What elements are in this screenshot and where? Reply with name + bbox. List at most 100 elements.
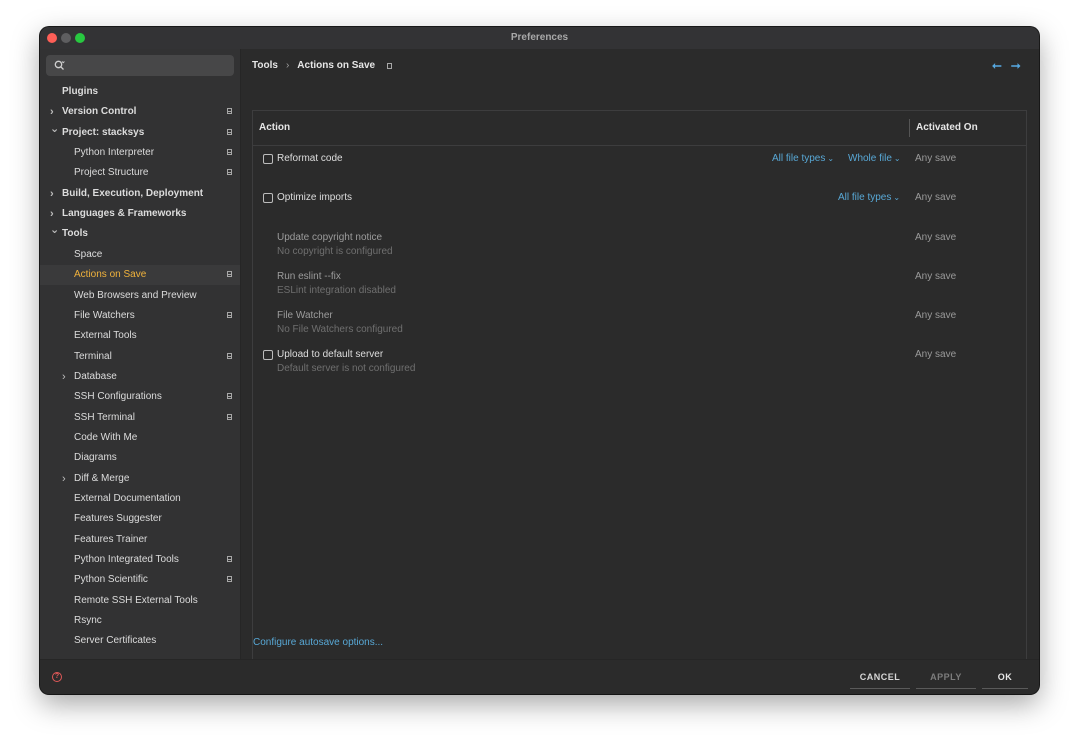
activated-on-value[interactable]: Any save <box>915 232 956 243</box>
project-level-icon <box>227 311 232 318</box>
reformat-code-checkbox[interactable] <box>263 154 273 164</box>
sidebar-item-label: Tools <box>62 228 88 240</box>
sidebar-item-tools[interactable]: ⌄ Tools <box>40 224 240 244</box>
sidebar-item-label: Build, Execution, Deployment <box>62 187 204 199</box>
chevron-down-icon: ⌄ <box>893 154 901 163</box>
title-bar: Preferences <box>40 27 1039 49</box>
sidebar-item-diagrams[interactable]: Diagrams <box>40 448 240 468</box>
forward-arrow-icon[interactable]: ⭢ <box>1011 58 1021 73</box>
sidebar-item-diff-merge[interactable]: › Diff & Merge <box>40 469 240 489</box>
sidebar-item-remote-ssh-external-tools[interactable]: Remote SSH External Tools <box>40 591 240 611</box>
sidebar-item-python-scientific[interactable]: Python Scientific <box>40 570 240 590</box>
column-header-action[interactable]: Action <box>259 111 290 145</box>
scope-dropdown[interactable]: Whole file ⌄ <box>848 153 901 164</box>
settings-content: Tools › Actions on Save ⭠ ⭢ Action Activat… <box>241 49 1039 660</box>
column-header-activated-on[interactable]: Activated On <box>916 111 978 145</box>
file-types-dropdown[interactable]: All file types ⌄ <box>838 192 900 203</box>
sidebar-item-label: Plugins <box>62 86 99 97</box>
chevron-down-icon[interactable]: ⌄ <box>50 220 59 240</box>
ok-button[interactable]: OK <box>982 669 1028 689</box>
back-arrow-icon[interactable]: ⭠ <box>992 58 1002 73</box>
sidebar-item-version-control[interactable]: › Version Control <box>40 102 240 122</box>
configure-autosave-link[interactable]: Configure autosave options... <box>253 637 383 648</box>
table-row[interactable]: Update copyright notice No copyright is … <box>253 224 1026 263</box>
table-row[interactable]: Optimize imports All file types ⌄ Any sav… <box>253 185 1026 224</box>
table-row[interactable]: Upload to default server Default server … <box>253 341 1026 380</box>
project-level-icon <box>227 393 232 400</box>
sidebar-item-code-with-me[interactable]: Code With Me <box>40 428 240 448</box>
chevron-down-icon[interactable]: ⌄ <box>50 119 59 139</box>
sidebar-item-label: Terminal <box>74 350 112 362</box>
minimize-window-button[interactable] <box>61 33 71 43</box>
sidebar-item-features-trainer[interactable]: Features Trainer <box>40 530 240 550</box>
sidebar-item-ssh-configurations[interactable]: SSH Configurations <box>40 387 240 407</box>
close-window-button[interactable] <box>47 33 57 43</box>
sidebar-item-label: Version Control <box>62 106 137 118</box>
breadcrumb-current: Actions on Save <box>297 60 376 71</box>
sidebar-item-project-stacksys[interactable]: ⌄ Project: stacksys <box>40 123 240 143</box>
table-row[interactable]: File Watcher No File Watchers configured… <box>253 302 1026 341</box>
sidebar-item-project-structure[interactable]: Project Structure <box>40 163 240 183</box>
zoom-window-button[interactable] <box>75 33 85 43</box>
sidebar-item-label: Diagrams <box>74 452 117 464</box>
activated-on-value[interactable]: Any save <box>915 349 956 360</box>
sidebar-item-rsync[interactable]: Rsync <box>40 611 240 631</box>
breadcrumb-separator: › <box>285 60 290 71</box>
project-level-icon <box>387 63 393 69</box>
sidebar-item-database[interactable]: › Database <box>40 367 240 387</box>
settings-search-field[interactable] <box>46 55 234 76</box>
file-types-label: All file types <box>772 153 826 164</box>
sidebar-item-space[interactable]: Space <box>40 245 240 265</box>
chevron-down-icon: ⌄ <box>893 193 901 202</box>
cancel-button[interactable]: CANCEL <box>850 669 910 689</box>
upload-to-server-checkbox[interactable] <box>263 350 273 360</box>
sidebar-item-ssh-terminal[interactable]: SSH Terminal <box>40 408 240 428</box>
sidebar-item-label: External Documentation <box>74 493 181 504</box>
sidebar-item-build-execution-deployment[interactable]: › Build, Execution, Deployment <box>40 184 240 204</box>
chevron-right-icon[interactable]: › <box>50 184 54 204</box>
sidebar-item-label: Project Structure <box>74 167 149 179</box>
sidebar-item-actions-on-save[interactable]: Actions on Save <box>40 265 240 286</box>
sidebar-item-server-certificates[interactable]: Server Certificates <box>40 631 240 651</box>
help-icon[interactable]: ? <box>52 672 62 682</box>
settings-sidebar: Plugins › Version Control ⌄ Project: stacksy… <box>40 49 241 660</box>
sidebar-item-web-browsers-and-preview[interactable]: Web Browsers and Preview <box>40 286 240 306</box>
sidebar-item-label: File Watchers <box>74 309 135 321</box>
sidebar-item-features-suggester[interactable]: Features Suggester <box>40 509 240 529</box>
preferences-window: Preferences Plugins › Version Control ⌄ Proj… <box>40 27 1039 694</box>
table-row[interactable]: Reformat code All file types ⌄ Whole file… <box>253 146 1026 185</box>
activated-on-value[interactable]: Any save <box>915 310 956 321</box>
sidebar-item-label: Python Scientific <box>74 574 148 586</box>
breadcrumb: Tools › Actions on Save <box>252 59 398 73</box>
optimize-imports-checkbox[interactable] <box>263 193 273 203</box>
sidebar-item-label: Project: stacksys <box>62 126 145 138</box>
sidebar-item-external-tools[interactable]: External Tools <box>40 326 240 346</box>
project-level-icon <box>227 556 232 563</box>
chevron-right-icon[interactable]: › <box>62 367 66 387</box>
apply-button[interactable]: APPLY <box>916 669 976 689</box>
sidebar-item-python-interpreter[interactable]: Python Interpreter <box>40 143 240 163</box>
table-row[interactable]: Run eslint --fix ESLint integration disa… <box>253 263 1026 302</box>
chevron-right-icon[interactable]: › <box>62 469 66 489</box>
column-divider[interactable] <box>909 119 910 137</box>
sidebar-item-terminal[interactable]: Terminal <box>40 347 240 367</box>
sidebar-item-label: Remote SSH External Tools <box>74 594 198 606</box>
breadcrumb-tools[interactable]: Tools <box>252 60 278 71</box>
activated-on-value[interactable]: Any save <box>915 153 956 164</box>
row-subtitle: No copyright is configured <box>277 246 393 257</box>
row-subtitle: No File Watchers configured <box>277 324 403 335</box>
project-level-icon <box>227 352 232 359</box>
sidebar-item-python-integrated-tools[interactable]: Python Integrated Tools <box>40 550 240 570</box>
project-level-icon <box>227 108 232 115</box>
file-types-dropdown[interactable]: All file types ⌄ <box>772 153 834 164</box>
sidebar-item-label: Actions on Save <box>74 269 147 281</box>
activated-on-value[interactable]: Any save <box>915 271 956 282</box>
sidebar-item-languages-frameworks[interactable]: › Languages & Frameworks <box>40 204 240 224</box>
sidebar-item-external-documentation[interactable]: External Documentation <box>40 489 240 509</box>
sidebar-item-plugins[interactable]: Plugins <box>40 82 240 102</box>
sidebar-item-file-watchers[interactable]: File Watchers <box>40 306 240 326</box>
row-title: File Watcher <box>277 310 333 321</box>
row-subtitle: ESLint integration disabled <box>277 285 396 296</box>
sidebar-item-label: Python Integrated Tools <box>74 554 179 566</box>
activated-on-value[interactable]: Any save <box>915 192 956 203</box>
